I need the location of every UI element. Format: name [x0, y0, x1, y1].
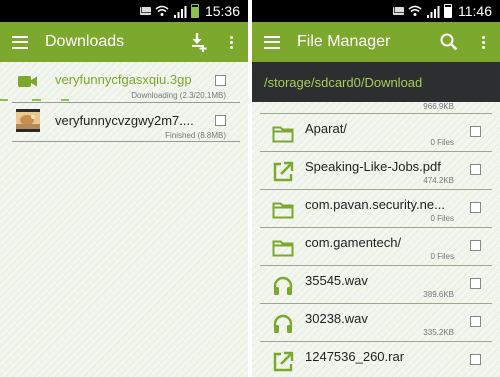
file-meta: 966.9KB — [423, 102, 454, 111]
overflow-menu-icon[interactable] — [220, 31, 242, 53]
video-camera-icon — [18, 75, 38, 88]
overflow-menu-icon[interactable] — [472, 31, 494, 53]
file-item[interactable]: 1247536_260.rar — [260, 342, 492, 377]
open-external-icon — [272, 161, 294, 183]
status-bar: 15:36 — [0, 0, 248, 22]
file-name: Aparat/ — [305, 121, 347, 136]
page-title: File Manager — [297, 33, 391, 50]
download-item[interactable]: veryfunnycvzgwy2m7.... Finished (8.8MB) — [0, 104, 248, 140]
file-checkbox[interactable] — [470, 240, 481, 251]
file-name: com.gamentech/ — [305, 235, 402, 250]
signal-icon — [426, 5, 440, 18]
file-meta: 0 Files — [430, 214, 454, 223]
downloads-screen: 15:36 Downloads veryfunnycfgasxqiu.3gp D… — [0, 0, 248, 377]
message-icon — [393, 7, 404, 15]
file-meta: 335.2KB — [423, 328, 454, 337]
download-name: veryfunnycvzgwy2m7.... — [55, 113, 194, 128]
file-checkbox[interactable] — [470, 354, 481, 365]
file-meta: 474.2KB — [423, 176, 454, 185]
action-bar: File Manager — [252, 22, 500, 62]
clock: 11:46 — [458, 3, 492, 19]
file-checkbox[interactable] — [470, 126, 481, 137]
file-checkbox[interactable] — [470, 278, 481, 289]
download-status: Finished (8.8MB) — [165, 131, 226, 140]
page-title: Downloads — [45, 33, 125, 50]
file-checkbox[interactable] — [470, 164, 481, 175]
headphones-icon — [272, 313, 294, 335]
file-meta: 389.6KB — [423, 290, 454, 299]
download-progress — [0, 99, 248, 101]
wifi-icon — [155, 5, 169, 17]
download-checkbox[interactable] — [215, 75, 226, 86]
wifi-icon — [408, 5, 422, 17]
file-name: 1247536_260.rar — [305, 349, 405, 364]
file-name: 30238.wav — [305, 311, 368, 326]
download-checkbox[interactable] — [215, 115, 226, 126]
file-name: 35545.wav — [305, 273, 368, 288]
file-item[interactable]: 35545.wav 389.6KB — [260, 266, 492, 304]
breadcrumb[interactable]: /storage/sdcard0/Download — [252, 62, 500, 102]
file-name: com.pavan.security.ne... — [305, 197, 445, 212]
file-name: Speaking-Like-Jobs.pdf — [305, 159, 441, 174]
file-item[interactable]: com.gamentech/0 Files — [260, 228, 492, 266]
folder-icon — [272, 123, 294, 145]
download-item[interactable]: veryfunnycfgasxqiu.3gp Downloading (2.3/… — [0, 66, 248, 100]
headphones-icon — [272, 275, 294, 297]
open-external-icon — [272, 351, 294, 373]
list-item[interactable]: 966.9KB — [260, 102, 492, 114]
video-thumbnail — [16, 109, 40, 132]
search-icon[interactable] — [438, 31, 460, 53]
folder-icon — [272, 199, 294, 221]
folder-icon — [272, 237, 294, 259]
clock: 15:36 — [204, 3, 240, 19]
divider — [12, 102, 240, 103]
file-manager-screen: 11:46 File Manager /storage/sdcard0/Down… — [252, 0, 500, 377]
menu-icon[interactable] — [264, 35, 280, 49]
file-checkbox[interactable] — [470, 202, 481, 213]
file-checkbox[interactable] — [470, 316, 481, 327]
status-bar: 11:46 — [252, 0, 500, 22]
signal-icon — [173, 5, 187, 18]
file-meta: 0 Files — [430, 138, 454, 147]
file-item[interactable]: 30238.wav 335.2KB — [260, 304, 492, 342]
file-item[interactable]: Speaking-Like-Jobs.pdf 474.2KB — [260, 152, 492, 190]
battery-icon — [190, 4, 199, 18]
file-item[interactable]: Aparat/0 Files — [260, 114, 492, 152]
divider — [12, 141, 240, 142]
file-meta: 0 Files — [430, 252, 454, 261]
add-download-icon[interactable] — [188, 31, 210, 53]
menu-icon[interactable] — [12, 35, 28, 49]
file-item[interactable]: com.pavan.security.ne... 0 Files — [260, 190, 492, 228]
download-name: veryfunnycfgasxqiu.3gp — [55, 72, 192, 87]
battery-icon — [444, 4, 452, 18]
message-icon — [139, 7, 151, 15]
action-bar: Downloads — [0, 22, 248, 62]
